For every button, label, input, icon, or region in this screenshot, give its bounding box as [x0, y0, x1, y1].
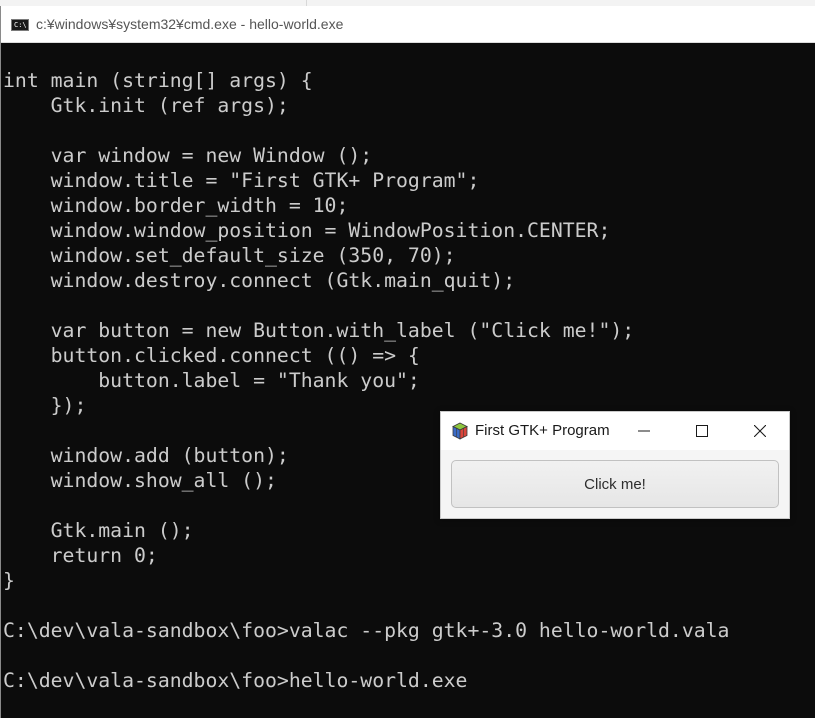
click-me-button[interactable]: Click me! — [451, 460, 779, 508]
gtk-window-title: First GTK+ Program — [475, 422, 610, 439]
console-line: button.label = "Thank you"; — [3, 369, 420, 392]
console-line: C:\dev\vala-sandbox\foo>valac --pkg gtk+… — [3, 619, 730, 642]
console-line: Gtk.init (ref args); — [3, 94, 289, 117]
cmd-console-icon: C:\ — [11, 19, 29, 31]
console-window: C:\ c:¥windows¥system32¥cmd.exe - hello-… — [0, 6, 815, 718]
gtk-window: First GTK+ Program Click me! — [440, 411, 790, 519]
gtk-cube-icon — [452, 422, 468, 440]
console-line: } — [3, 569, 15, 592]
console-line: var button = new Button.with_label ("Cli… — [3, 319, 635, 342]
console-line: window.set_default_size (350, 70); — [3, 244, 456, 267]
close-icon — [754, 425, 766, 437]
console-line: window.title = "First GTK+ Program"; — [3, 169, 480, 192]
console-line: window.border_width = 10; — [3, 194, 349, 217]
close-button[interactable] — [737, 412, 783, 450]
console-title: c:¥windows¥system32¥cmd.exe - hello-worl… — [36, 16, 344, 32]
console-line: window.window_position = WindowPosition.… — [3, 219, 611, 242]
console-line: var window = new Window (); — [3, 144, 373, 167]
console-output[interactable]: int main (string[] args) { Gtk.init (ref… — [3, 68, 729, 693]
console-line: int main (string[] args) { — [3, 69, 313, 92]
console-line: Gtk.main (); — [3, 519, 194, 542]
minimize-button[interactable] — [621, 412, 667, 450]
console-line: return 0; — [3, 544, 158, 567]
console-line: window.destroy.connect (Gtk.main_quit); — [3, 269, 516, 292]
minimize-icon — [638, 430, 650, 432]
console-line: C:\dev\vala-sandbox\foo>hello-world.exe — [3, 669, 468, 692]
maximize-icon — [696, 425, 708, 437]
maximize-button[interactable] — [679, 412, 725, 450]
gtk-titlebar[interactable]: First GTK+ Program — [441, 412, 789, 450]
console-line: button.clicked.connect (() => { — [3, 344, 420, 367]
console-titlebar[interactable]: C:\ c:¥windows¥system32¥cmd.exe - hello-… — [1, 6, 815, 43]
